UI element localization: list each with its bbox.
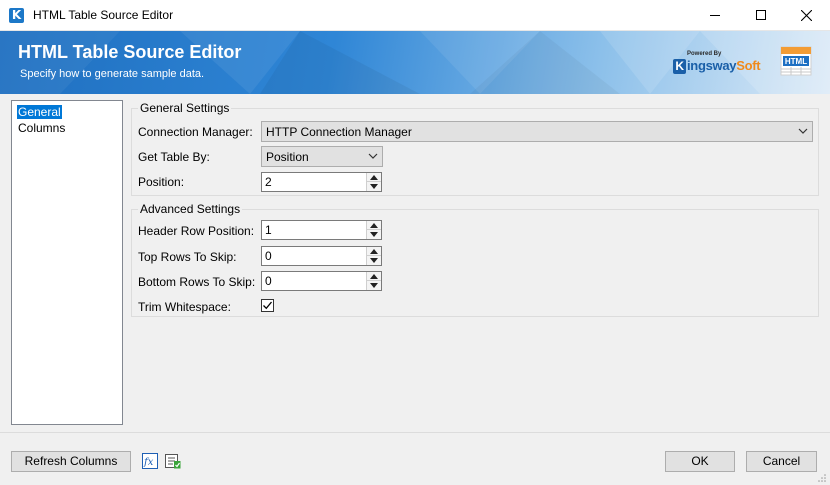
close-button[interactable] [784, 0, 830, 31]
header-row-position-stepper[interactable]: 1 [261, 220, 382, 240]
position-stepper[interactable]: 2 [261, 172, 382, 192]
spin-buttons [366, 247, 381, 265]
arrow-up-icon [370, 175, 378, 180]
spin-down-button[interactable] [367, 281, 381, 290]
resize-grip-icon[interactable] [817, 473, 827, 483]
connection-manager-select[interactable]: HTTP Connection Manager [261, 121, 813, 142]
bottom-rows-to-skip-value: 0 [265, 274, 272, 288]
arrow-down-icon [370, 283, 378, 288]
header-banner: HTML Table Source Editor Specify how to … [0, 31, 830, 94]
brand-powered-by: Powered By [687, 51, 722, 57]
spin-up-button[interactable] [367, 247, 381, 256]
arrow-down-icon [370, 184, 378, 189]
maximize-icon [756, 10, 766, 20]
properties-icon[interactable] [165, 453, 181, 469]
brand-name-part2: Soft [736, 58, 761, 73]
arrow-up-icon [370, 249, 378, 254]
close-icon [801, 10, 812, 21]
minimize-button[interactable] [692, 0, 738, 31]
bottom-rows-to-skip-stepper[interactable]: 0 [261, 271, 382, 291]
maximize-button[interactable] [738, 0, 784, 31]
trim-whitespace-label: Trim Whitespace: [138, 300, 231, 314]
arrow-down-icon [370, 258, 378, 263]
connection-manager-label: Connection Manager: [138, 125, 253, 139]
spin-buttons [366, 221, 381, 239]
spin-buttons [366, 272, 381, 290]
header-row-position-value: 1 [265, 223, 272, 237]
bottom-rows-to-skip-label: Bottom Rows To Skip: [138, 275, 256, 289]
chevron-down-icon [368, 153, 378, 159]
chevron-down-icon [798, 128, 808, 134]
checkmark-icon [263, 301, 273, 310]
section-nav: General Columns [11, 100, 123, 425]
spin-down-button[interactable] [367, 256, 381, 265]
spin-down-button[interactable] [367, 182, 381, 191]
trim-whitespace-checkbox[interactable] [261, 299, 274, 312]
get-table-by-value: Position [266, 150, 309, 164]
kingswaysoft-logo: Powered By KingswaySoft [673, 51, 763, 83]
window-title: HTML Table Source Editor [33, 8, 174, 22]
spin-up-button[interactable] [367, 221, 381, 230]
minimize-icon [710, 15, 720, 16]
nav-item-columns[interactable]: Columns [17, 121, 66, 135]
nav-item-general[interactable]: General [17, 105, 62, 119]
banner-subtitle: Specify how to generate sample data. [20, 68, 205, 80]
header-row-position-label: Header Row Position: [138, 224, 255, 238]
ok-button[interactable]: OK [665, 451, 735, 472]
arrow-down-icon [370, 232, 378, 237]
brand-name-part1: ingsway [687, 58, 737, 73]
spin-up-button[interactable] [367, 272, 381, 281]
top-rows-to-skip-label: Top Rows To Skip: [138, 250, 237, 264]
get-table-by-select[interactable]: Position [261, 146, 383, 167]
svg-text:fx: fx [143, 457, 154, 468]
html-badge-text: HTML [784, 57, 808, 66]
position-label: Position: [138, 175, 185, 189]
spin-up-button[interactable] [367, 173, 381, 182]
spin-buttons [366, 173, 381, 191]
title-bar: K HTML Table Source Editor [0, 0, 830, 31]
expression-fx-icon[interactable]: fx [142, 453, 158, 469]
refresh-columns-button[interactable]: Refresh Columns [11, 451, 131, 472]
top-rows-to-skip-value: 0 [265, 249, 272, 263]
arrow-up-icon [370, 274, 378, 279]
app-icon: K [9, 8, 24, 23]
cancel-button[interactable]: Cancel [746, 451, 817, 472]
top-rows-to-skip-stepper[interactable]: 0 [261, 246, 382, 266]
brand-name: KingswaySoft [673, 58, 761, 74]
get-table-by-label: Get Table By: [138, 150, 210, 164]
banner-title: HTML Table Source Editor [18, 42, 242, 62]
connection-manager-value: HTTP Connection Manager [266, 125, 412, 139]
position-value: 2 [265, 175, 272, 189]
arrow-up-icon [370, 223, 378, 228]
general-settings-title: General Settings [138, 101, 232, 115]
footer-separator [0, 432, 830, 433]
spin-down-button[interactable] [367, 230, 381, 239]
advanced-settings-title: Advanced Settings [138, 202, 243, 216]
brand-k-icon: K [673, 59, 686, 74]
